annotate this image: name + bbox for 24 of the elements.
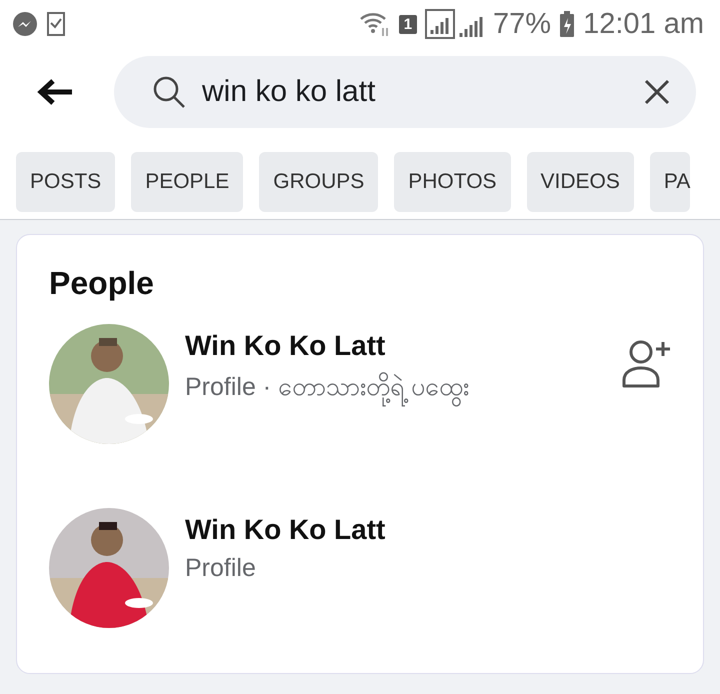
clock-time: 12:01 am xyxy=(583,8,704,40)
battery-percentage: 77% xyxy=(493,8,552,40)
clear-button[interactable] xyxy=(644,79,670,105)
search-field[interactable]: win ko ko latt xyxy=(114,56,696,128)
add-friend-button[interactable] xyxy=(621,338,671,390)
filter-tab[interactable]: PA xyxy=(650,152,690,212)
signal-icon xyxy=(425,9,486,39)
filter-tab[interactable]: PHOTOS xyxy=(394,152,511,212)
filter-tab[interactable]: GROUPS xyxy=(259,152,378,212)
search-icon xyxy=(152,75,186,109)
profile-subtitle: Profile · တောသားတို့ရဲ့ ပထွေး xyxy=(185,370,605,407)
section-title: People xyxy=(49,265,155,302)
sim-indicator: 1 xyxy=(398,14,418,34)
filter-tab[interactable]: PEOPLE xyxy=(131,152,244,212)
messenger-icon xyxy=(12,11,38,37)
battery-charging-icon xyxy=(559,10,576,38)
back-button[interactable] xyxy=(36,77,74,107)
profile-name[interactable]: Win Ko Ko Latt xyxy=(185,330,605,362)
clipboard-check-icon xyxy=(46,11,66,37)
filter-tab[interactable]: POSTS xyxy=(16,152,116,212)
wifi-icon xyxy=(358,10,391,38)
profile-name[interactable]: Win Ko Ko Latt xyxy=(185,514,671,546)
filter-tab[interactable]: VIDEOS xyxy=(526,152,634,212)
profile-subtitle: Profile xyxy=(185,554,257,583)
